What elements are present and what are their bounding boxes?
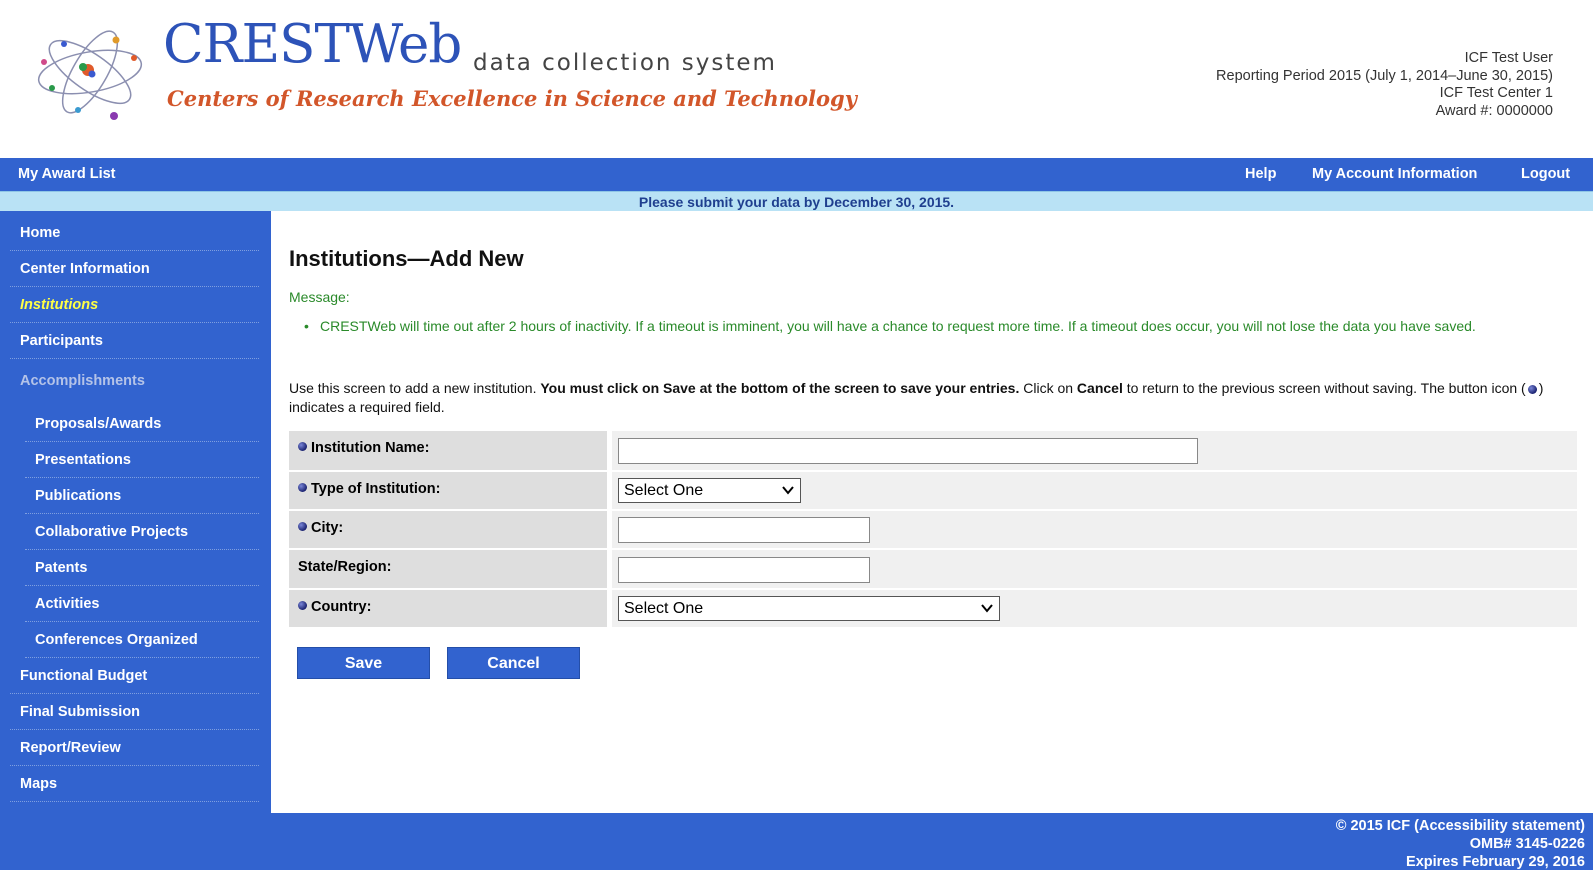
institution-name-label: Institution Name: bbox=[289, 431, 607, 470]
logo-title: CRESTWeb bbox=[163, 14, 462, 75]
city-cell bbox=[612, 511, 1577, 548]
my-award-list-link[interactable]: My Award List bbox=[18, 158, 116, 191]
sidebar-item-final-submission[interactable]: Final Submission bbox=[10, 694, 259, 730]
save-button[interactable]: Save bbox=[297, 647, 430, 679]
select-value: Select One bbox=[624, 600, 704, 617]
copyright-text[interactable]: © 2015 ICF (Accessibility statement) bbox=[0, 817, 1585, 835]
state-label: State/Region: bbox=[289, 550, 607, 588]
required-dot-icon bbox=[298, 482, 307, 492]
label-text: Country: bbox=[311, 599, 372, 615]
instructions-text: Click on bbox=[1019, 380, 1077, 396]
type-label: Type of Institution: bbox=[289, 472, 607, 509]
page-header: CRESTWeb data collection system Centers … bbox=[0, 0, 1593, 158]
select-value: Select One bbox=[624, 482, 704, 499]
sidebar-section-accomplishments: Accomplishments bbox=[20, 373, 145, 389]
instructions-text: to return to the previous screen without… bbox=[1122, 380, 1526, 396]
logo-subtitle: data collection system bbox=[473, 50, 777, 76]
institution-name-cell bbox=[612, 431, 1577, 470]
label-text: State/Region: bbox=[298, 559, 392, 575]
sidebar-item-publications[interactable]: Publications bbox=[25, 478, 259, 514]
sidebar-item-institutions[interactable]: Institutions bbox=[10, 287, 259, 323]
country-select[interactable]: Select One bbox=[618, 596, 1000, 621]
label-text: Type of Institution: bbox=[311, 481, 441, 497]
chevron-down-icon bbox=[981, 604, 993, 613]
center-name: ICF Test Center 1 bbox=[1439, 85, 1553, 101]
sidebar-item-conferences-organized[interactable]: Conferences Organized bbox=[25, 622, 259, 658]
chevron-down-icon bbox=[782, 486, 794, 495]
deadline-notice: Please submit your data by December 30, … bbox=[0, 191, 1593, 211]
sidebar-item-functional-budget[interactable]: Functional Budget bbox=[10, 658, 259, 694]
page-title: Institutions—Add New bbox=[289, 246, 524, 271]
expiry-date: Expires February 29, 2016 bbox=[1406, 854, 1585, 870]
sidebar-item-activities[interactable]: Activities bbox=[25, 586, 259, 622]
country-cell: Select One bbox=[612, 590, 1577, 627]
sidebar-item-patents[interactable]: Patents bbox=[25, 550, 259, 586]
award-number: Award #: 0000000 bbox=[1435, 102, 1553, 119]
label-text: City: bbox=[311, 520, 344, 536]
sidebar-item-home[interactable]: Home bbox=[10, 215, 259, 251]
sidebar-item-maps[interactable]: Maps bbox=[10, 766, 259, 802]
required-dot-icon bbox=[298, 441, 307, 451]
atom-logo-icon bbox=[37, 30, 143, 120]
state-cell bbox=[612, 550, 1577, 588]
required-dot-icon bbox=[298, 600, 307, 610]
sidebar-item-proposals-awards[interactable]: Proposals/Awards bbox=[25, 406, 259, 442]
my-account-link[interactable]: My Account Information bbox=[1312, 158, 1477, 191]
help-link[interactable]: Help bbox=[1245, 158, 1276, 191]
instructions-save-note: You must click on Save at the bottom of … bbox=[540, 380, 1020, 396]
message-label: Message: bbox=[289, 289, 350, 305]
top-nav: My Award List Help My Account Informatio… bbox=[0, 158, 1593, 191]
required-dot-icon bbox=[298, 521, 307, 531]
sidebar-item-report-review[interactable]: Report/Review bbox=[10, 730, 259, 766]
type-of-institution-select[interactable]: Select One bbox=[618, 478, 801, 503]
city-input[interactable] bbox=[618, 517, 870, 543]
logout-link[interactable]: Logout bbox=[1521, 158, 1570, 191]
city-label: City: bbox=[289, 511, 607, 548]
label-text: Institution Name: bbox=[311, 440, 430, 456]
sidebar-item-center-information[interactable]: Center Information bbox=[10, 251, 259, 287]
sidebar: Home Center Information Institutions Par… bbox=[0, 211, 271, 813]
instructions: Use this screen to add a new institution… bbox=[289, 379, 1549, 417]
timeout-message: CRESTWeb will time out after 2 hours of … bbox=[320, 318, 1476, 334]
cancel-button[interactable]: Cancel bbox=[447, 647, 580, 679]
sidebar-item-presentations[interactable]: Presentations bbox=[25, 442, 259, 478]
logo-tagline: Centers of Research Excellence in Scienc… bbox=[167, 86, 857, 111]
sidebar-item-participants[interactable]: Participants bbox=[10, 323, 259, 359]
instructions-text: Use this screen to add a new institution… bbox=[289, 380, 541, 396]
country-label: Country: bbox=[289, 590, 607, 627]
form-row-institution-name: Institution Name: bbox=[289, 431, 1577, 470]
form-row-country: Country: Select One bbox=[289, 590, 1577, 627]
required-dot-icon bbox=[1527, 384, 1537, 394]
page-footer: © 2015 ICF (Accessibility statement) OMB… bbox=[0, 813, 1593, 870]
bullet-icon: • bbox=[304, 318, 309, 334]
type-cell: Select One bbox=[612, 472, 1577, 509]
state-region-input[interactable] bbox=[618, 557, 870, 583]
instructions-cancel: Cancel bbox=[1076, 380, 1123, 396]
institution-name-input[interactable] bbox=[618, 438, 1198, 464]
user-name: ICF Test User bbox=[1464, 50, 1553, 66]
message-list: • CRESTWeb will time out after 2 hours o… bbox=[304, 318, 1550, 335]
sidebar-item-collaborative-projects[interactable]: Collaborative Projects bbox=[25, 514, 259, 550]
user-info: ICF Test User Reporting Period 2015 (Jul… bbox=[1216, 50, 1553, 120]
form-row-type: Type of Institution: Select One bbox=[289, 472, 1577, 509]
reporting-period: Reporting Period 2015 (July 1, 2014–June… bbox=[1216, 67, 1553, 84]
form-row-city: City: bbox=[289, 511, 1577, 548]
form-row-state: State/Region: bbox=[289, 550, 1577, 588]
omb-number: OMB# 3145-0226 bbox=[1469, 836, 1585, 852]
